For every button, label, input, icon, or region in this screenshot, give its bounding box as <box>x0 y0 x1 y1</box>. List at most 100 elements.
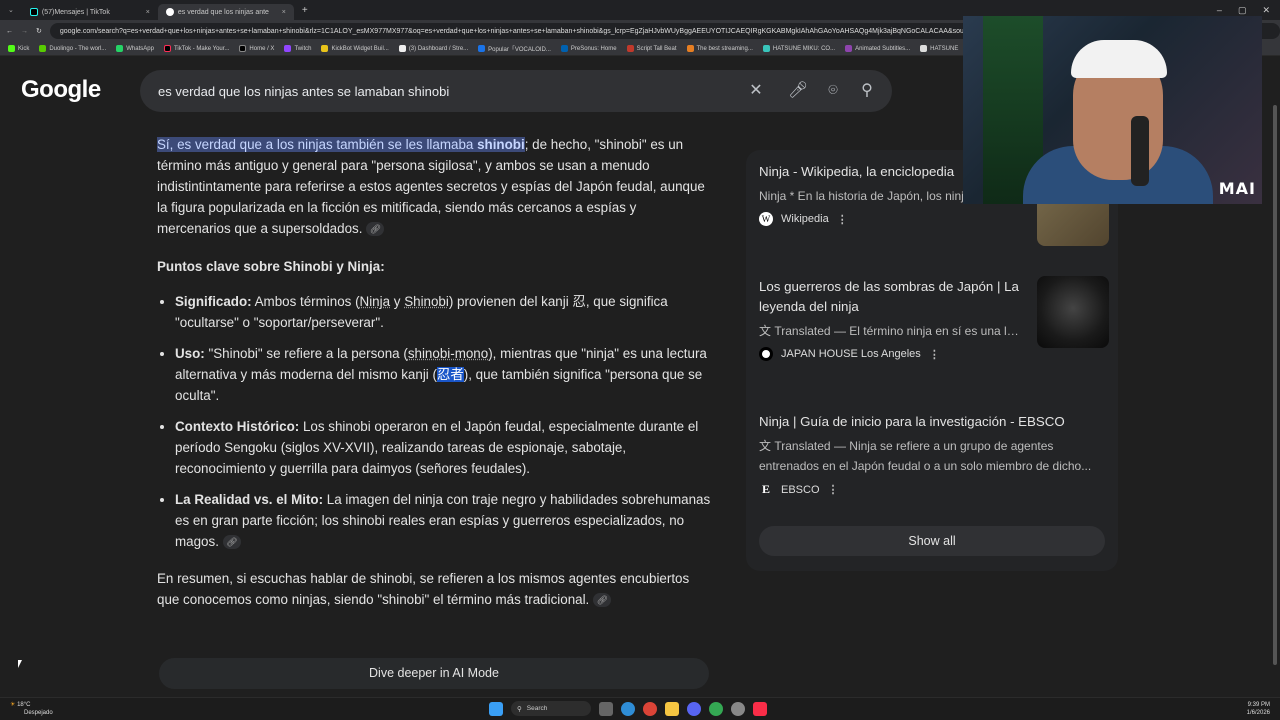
ninja-link[interactable]: Ninja <box>360 294 391 309</box>
bookmark-item[interactable]: TikTok - Make Your... <box>163 45 229 52</box>
taskbar-apps: ⚲ Search <box>489 701 767 716</box>
bookmark-item[interactable]: WhatsApp <box>116 45 154 52</box>
file-explorer-icon[interactable] <box>665 701 679 716</box>
taskbar-clock[interactable]: 9:39 PM 1/6/2026 <box>1247 701 1270 717</box>
bookmark-item[interactable]: (3) Dashboard / Stre... <box>398 45 468 52</box>
chrome-icon[interactable] <box>643 701 657 716</box>
scrollbar-thumb[interactable] <box>1273 105 1277 665</box>
show-all-button[interactable]: Show all <box>759 526 1105 556</box>
bookmark-item[interactable]: Kick <box>8 45 29 52</box>
mouse-cursor-icon <box>18 660 22 668</box>
close-tab-icon[interactable]: × <box>146 9 150 16</box>
microphone-icon[interactable]: 🎤︎ <box>788 81 808 101</box>
webcam-person-cap <box>1071 40 1167 78</box>
more-options-icon[interactable]: ⋮ <box>929 348 940 361</box>
ebsco-icon: E <box>761 482 770 496</box>
chrome-profile-icon[interactable] <box>709 701 723 716</box>
link-icon[interactable]: 🔗︎ <box>366 222 385 237</box>
bookmark-favicon-icon <box>163 45 171 52</box>
maximize-icon[interactable]: ▢ <box>1238 5 1247 16</box>
reload-icon[interactable]: ↻ <box>36 27 42 35</box>
source-site: E EBSCO ⋮ <box>759 482 1109 497</box>
edge-icon[interactable] <box>621 701 635 716</box>
bookmark-item[interactable]: Duolingo - The worl... <box>39 45 106 52</box>
music-icon[interactable] <box>753 701 767 716</box>
search-input[interactable]: es verdad que los ninjas antes se lamaba… <box>140 70 892 112</box>
bookmark-item[interactable]: Animated Subtitles... <box>845 45 910 52</box>
link-icon[interactable]: 🔗︎ <box>222 535 241 550</box>
tab-tiktok[interactable]: (57)Mensajes | TikTok × <box>22 4 158 20</box>
search-icon[interactable]: ⚲ <box>857 81 877 101</box>
source-title[interactable]: Los guerreros de las sombras de Japón | … <box>759 277 1021 317</box>
source-card[interactable]: Los guerreros de las sombras de Japón | … <box>759 276 1109 361</box>
source-title[interactable]: Ninja | Guía de inicio para la investiga… <box>759 412 1105 432</box>
source-card[interactable]: Ninja | Guía de inicio para la investiga… <box>759 412 1109 497</box>
bookmark-item[interactable]: Popular「VOCALOID... <box>478 44 551 53</box>
bookmark-item[interactable]: Twitch <box>284 45 311 52</box>
weather-widget[interactable]: ☀︎ 18°C Despejado <box>10 701 53 717</box>
new-tab-button[interactable]: + <box>294 5 316 16</box>
tab-title: es verdad que los ninjas ante <box>177 8 269 16</box>
more-options-icon[interactable]: ⋮ <box>837 213 848 226</box>
bookmark-item[interactable]: Script Tall Beat <box>626 45 677 52</box>
bookmark-item[interactable]: The best streaming... <box>686 45 753 52</box>
close-tab-icon[interactable]: × <box>282 9 286 16</box>
taskbar-search[interactable]: ⚲ Search <box>511 701 591 716</box>
key-points-heading: Puntos clave sobre Shinobi y Ninja: <box>157 259 385 274</box>
clock-date: 1/6/2026 <box>1246 710 1270 716</box>
settings-icon[interactable] <box>731 701 745 716</box>
bookmark-favicon-icon <box>920 45 928 52</box>
url-text: google.com/search?q=es+verdad+que+los+ni… <box>59 27 1007 35</box>
list-item: Contexto Histórico: Los shinobi operaron… <box>175 416 713 479</box>
temperature: 18°C <box>17 702 31 708</box>
translate-icon: 文︎ <box>759 324 772 338</box>
list-item: La Realidad vs. el Mito: La imagen del n… <box>175 489 713 552</box>
shinobi-mono-link[interactable]: shinobi-mono <box>408 346 488 361</box>
japan-house-icon <box>759 347 773 361</box>
link-icon[interactable]: 🔗︎ <box>593 593 612 608</box>
windows-taskbar: ☀︎ 18°C Despejado ⚲ Search 9:39 PM 1/6/20… <box>0 697 1280 720</box>
more-options-icon[interactable]: ⋮ <box>828 483 839 496</box>
search-icon: ⚲ <box>517 705 522 713</box>
bookmark-item[interactable]: PreSonus: Home <box>560 45 617 52</box>
tab-google-search[interactable]: es verdad que los ninjas ante × <box>157 4 294 20</box>
weather-condition: Despejado <box>24 710 53 716</box>
google-logo[interactable]: Google <box>21 76 101 104</box>
task-view-icon[interactable] <box>599 701 613 716</box>
selected-kanji: 忍者 <box>436 367 464 382</box>
source-site: JAPAN HOUSE Los Angeles ⋮ <box>759 347 1109 361</box>
microphone-prop <box>1131 116 1149 186</box>
bookmark-favicon-icon <box>686 45 694 52</box>
dive-deeper-button[interactable]: Dive deeper in AI Mode <box>159 658 709 689</box>
translate-icon: 文︎ <box>759 439 772 453</box>
bookmark-favicon-icon <box>626 45 634 52</box>
list-item: Uso: "Shinobi" se refiere a la persona (… <box>175 343 713 406</box>
bookmark-item[interactable]: HATSUNE <box>920 45 958 52</box>
bookmark-favicon-icon <box>478 45 486 52</box>
page-scrollbar[interactable] <box>1272 95 1278 695</box>
answer-summary: En resumen, si escuchas hablar de shinob… <box>157 571 690 608</box>
forward-icon[interactable]: → <box>21 28 28 35</box>
source-thumbnail[interactable] <box>1037 276 1109 348</box>
tab-search-icon[interactable]: ⌄ <box>0 6 22 14</box>
clear-icon[interactable]: ✕ <box>746 81 766 101</box>
weather-icon: ☀︎ <box>10 702 16 708</box>
bookmark-item[interactable]: Home / X <box>239 45 274 52</box>
bookmark-favicon-icon <box>560 45 568 52</box>
close-window-icon[interactable]: ✕ <box>1262 5 1270 16</box>
sources-panel: Ninja - Wikipedia, la enciclopedia Ninja… <box>746 150 1118 571</box>
bookmark-item[interactable]: KickBot Widget Buil... <box>321 45 389 52</box>
search-query-text: es verdad que los ninjas antes se lamaba… <box>158 83 450 99</box>
discord-icon[interactable] <box>687 701 701 716</box>
back-icon[interactable]: ← <box>6 28 13 35</box>
webcam-overlay: MAI <box>963 16 1262 204</box>
bookmark-favicon-icon <box>116 45 124 52</box>
shinobi-link[interactable]: Shinobi <box>404 294 449 309</box>
minimize-icon[interactable]: – <box>1217 5 1222 15</box>
windows-start-icon[interactable] <box>489 701 503 716</box>
clock-time: 9:39 PM <box>1247 702 1270 708</box>
bookmark-item[interactable]: HATSUNE MIKU: CO... <box>762 45 835 52</box>
lens-camera-icon[interactable]: ⌾ <box>823 81 843 101</box>
tab-title: (57)Mensajes | TikTok <box>41 8 110 16</box>
highlighted-text: Sí, es verdad que a los ninjas también s… <box>157 137 525 152</box>
